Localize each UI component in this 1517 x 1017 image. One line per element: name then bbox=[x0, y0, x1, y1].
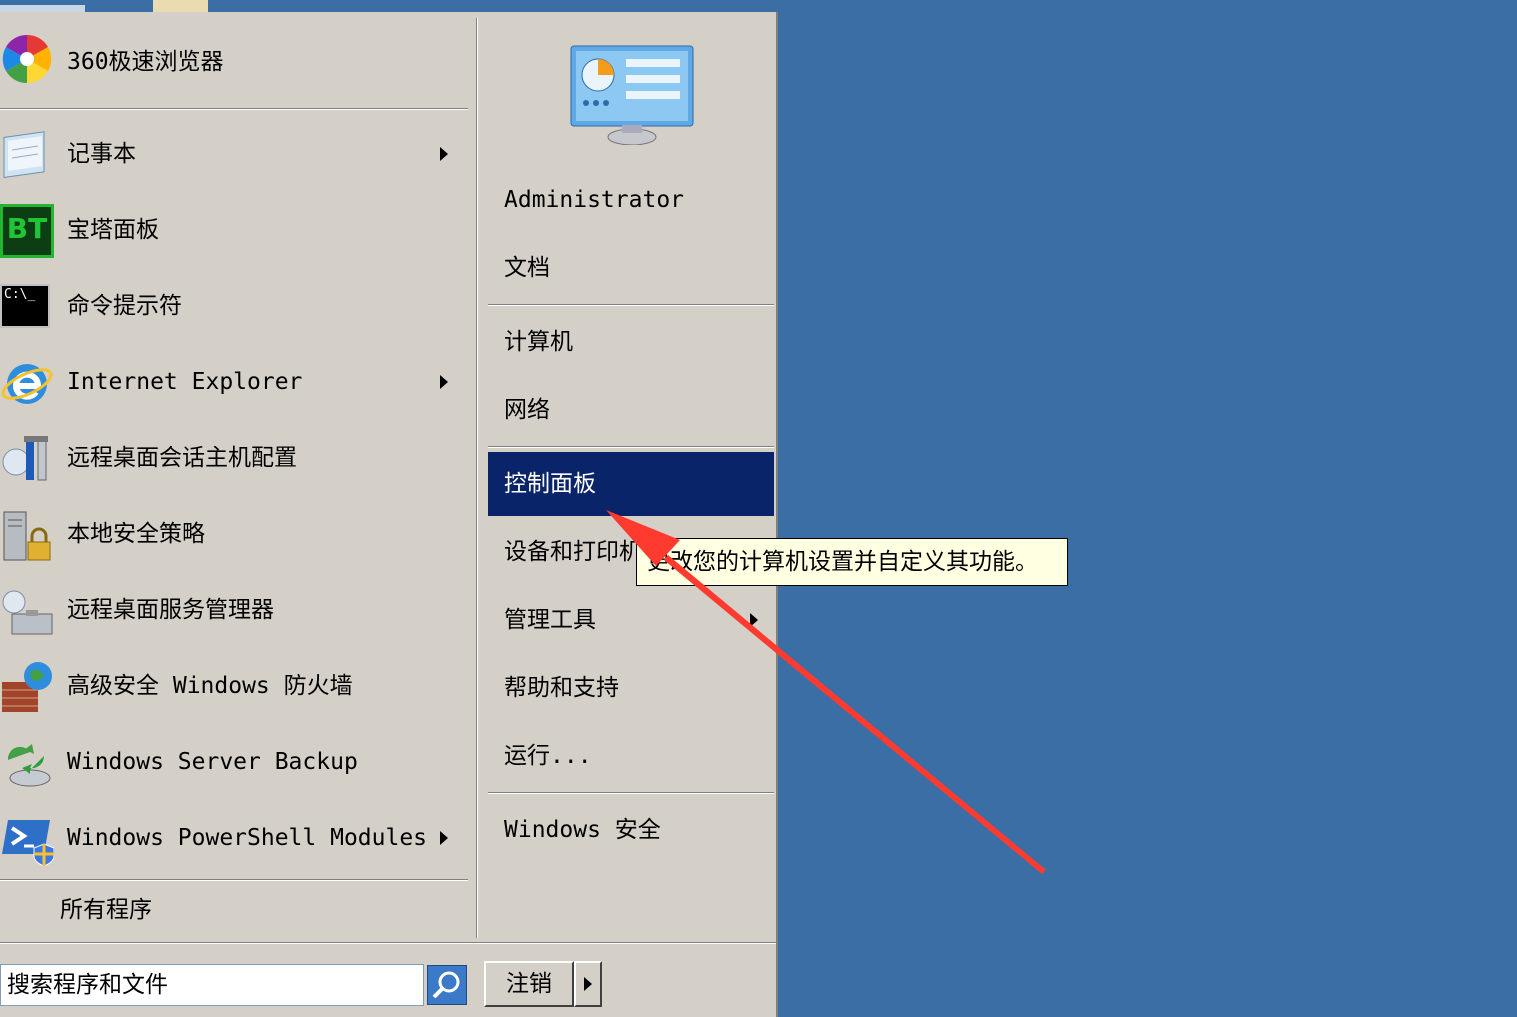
right-item-label: Administrator bbox=[504, 187, 685, 213]
recent-item-label: Windows Server Backup bbox=[67, 749, 358, 775]
recent-item-label: Windows PowerShell Modules bbox=[67, 825, 428, 851]
control-panel-tooltip: 更改您的计算机设置并自定义其功能。 bbox=[636, 538, 1068, 586]
desktop-folder-fragment bbox=[153, 0, 208, 12]
desktop-top-strip bbox=[0, 0, 778, 12]
right-item-label: 运行... bbox=[504, 743, 592, 769]
right-item-windows-security[interactable]: Windows 安全 bbox=[488, 798, 774, 862]
recent-item-local-security-policy[interactable]: 本地安全策略 bbox=[0, 496, 470, 572]
command-prompt-icon: C:\_ bbox=[0, 284, 50, 328]
desktop-window-fragment bbox=[0, 5, 85, 12]
recent-item-powershell-modules[interactable]: Windows PowerShell Modules bbox=[0, 800, 470, 876]
submenu-arrow-icon bbox=[440, 831, 448, 845]
right-item-documents[interactable]: 文档 bbox=[488, 236, 774, 300]
right-item-label: 设备和打印机 bbox=[504, 539, 642, 565]
pinned-item-label: 360极速浏览器 bbox=[67, 49, 224, 75]
recent-item-label: Internet Explorer bbox=[67, 369, 303, 395]
recent-item-command-prompt[interactable]: C:\_ 命令提示符 bbox=[0, 268, 470, 344]
right-separator-3 bbox=[488, 792, 774, 794]
right-item-label: 文档 bbox=[504, 255, 550, 281]
recent-item-label: 本地安全策略 bbox=[67, 521, 205, 547]
right-item-help-support[interactable]: 帮助和支持 bbox=[488, 656, 774, 720]
internet-explorer-icon bbox=[1, 364, 53, 404]
pinned-separator bbox=[0, 108, 468, 110]
submenu-arrow-icon bbox=[750, 613, 758, 627]
browser-360-icon bbox=[2, 34, 52, 84]
recent-item-notepad[interactable]: 记事本 bbox=[0, 116, 470, 192]
right-item-label: 管理工具 bbox=[504, 607, 596, 633]
local-security-policy-icon bbox=[3, 511, 51, 561]
powershell-icon bbox=[2, 820, 54, 866]
logoff-options-button[interactable] bbox=[574, 961, 602, 1007]
recent-item-server-backup[interactable]: Windows Server Backup bbox=[0, 724, 470, 800]
right-item-run[interactable]: 运行... bbox=[488, 724, 774, 788]
right-item-control-panel[interactable]: 控制面板 bbox=[488, 452, 774, 516]
right-item-network[interactable]: 网络 bbox=[488, 378, 774, 442]
control-panel-user-icon[interactable] bbox=[570, 45, 694, 145]
recent-item-internet-explorer[interactable]: Internet Explorer bbox=[0, 344, 470, 420]
recent-item-label: 命令提示符 bbox=[67, 293, 182, 319]
logoff-button[interactable]: 注销 bbox=[484, 961, 574, 1007]
bt-icon-text: BT bbox=[6, 212, 48, 245]
recent-item-label: 高级安全 Windows 防火墙 bbox=[67, 673, 353, 699]
search-icon bbox=[432, 971, 460, 999]
remote-desktop-config-icon bbox=[2, 436, 48, 481]
recent-item-bt-panel[interactable]: BT 宝塔面板 bbox=[0, 192, 470, 268]
bottom-bar-separator bbox=[0, 942, 776, 944]
bt-panel-icon: BT bbox=[0, 204, 54, 258]
right-separator-2 bbox=[488, 446, 774, 448]
right-item-computer[interactable]: 计算机 bbox=[488, 310, 774, 374]
recent-item-label: 记事本 bbox=[67, 141, 136, 167]
recent-item-label: 宝塔面板 bbox=[67, 217, 159, 243]
submenu-arrow-icon bbox=[440, 147, 448, 161]
chevron-right-icon bbox=[584, 977, 592, 991]
search-button[interactable] bbox=[427, 965, 467, 1005]
firewall-icon bbox=[2, 662, 52, 712]
right-item-label: Windows 安全 bbox=[504, 817, 661, 843]
right-item-label: 网络 bbox=[504, 397, 550, 423]
right-item-label: 帮助和支持 bbox=[504, 675, 619, 701]
recent-item-firewall[interactable]: 高级安全 Windows 防火墙 bbox=[0, 648, 470, 724]
start-menu-bottom-bar: 搜索程序和文件 注销 bbox=[0, 942, 776, 1017]
submenu-arrow-icon bbox=[440, 375, 448, 389]
notepad-icon bbox=[3, 131, 45, 179]
pinned-item-360-browser[interactable]: 360极速浏览器 bbox=[0, 24, 470, 100]
all-programs-separator bbox=[0, 879, 468, 881]
start-menu-right-pane: Administrator 文档 计算机 网络 控制面板 设备和打印机 管理工具… bbox=[478, 12, 774, 942]
right-item-label: 控制面板 bbox=[504, 471, 596, 497]
right-item-administrator[interactable]: Administrator bbox=[488, 168, 774, 232]
recent-item-label: 远程桌面服务管理器 bbox=[67, 597, 274, 623]
server-backup-icon bbox=[7, 744, 51, 787]
start-menu: 360极速浏览器 记事本 BT 宝塔面板 C:\_ 命令提示符 Internet… bbox=[0, 12, 778, 1017]
recent-item-remote-desktop-config[interactable]: 远程桌面会话主机配置 bbox=[0, 420, 470, 496]
remote-desktop-manager-icon bbox=[2, 590, 53, 635]
cmd-icon-text: C:\_ bbox=[4, 287, 36, 302]
search-input[interactable]: 搜索程序和文件 bbox=[0, 964, 424, 1006]
recent-item-label: 远程桌面会话主机配置 bbox=[67, 445, 297, 471]
recent-item-remote-desktop-manager[interactable]: 远程桌面服务管理器 bbox=[0, 572, 470, 648]
all-programs-link[interactable]: 所有程序 bbox=[60, 890, 152, 924]
right-separator-1 bbox=[488, 304, 774, 306]
start-menu-left-pane: 360极速浏览器 记事本 BT 宝塔面板 C:\_ 命令提示符 Internet… bbox=[0, 12, 476, 942]
right-item-label: 计算机 bbox=[504, 329, 573, 355]
right-item-admin-tools[interactable]: 管理工具 bbox=[488, 588, 774, 652]
